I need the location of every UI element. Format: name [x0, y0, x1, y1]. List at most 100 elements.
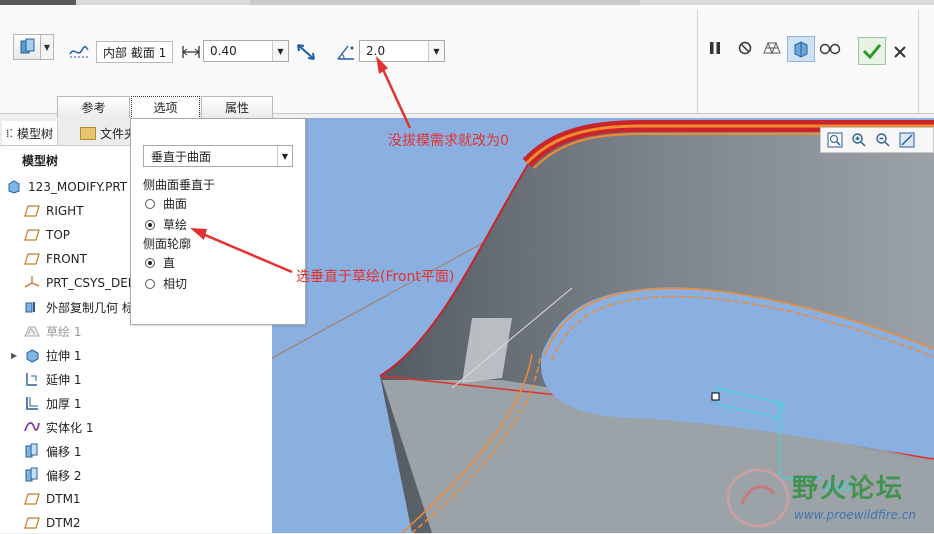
radio-sketch[interactable]: 草绘 — [145, 216, 187, 233]
offset-type-dropdown[interactable]: ▼ — [41, 34, 54, 60]
tree-item[interactable]: 实体化 1 — [24, 416, 93, 438]
extrude-icon — [24, 347, 40, 363]
tree-item[interactable]: DTM2 — [24, 512, 81, 534]
draft-angle-icon — [335, 41, 357, 63]
solid-preview-icon — [794, 41, 808, 58]
tree-item[interactable]: 偏移 2 — [24, 464, 81, 486]
tree-item[interactable]: DTM1 — [24, 488, 81, 510]
draft-angle-input[interactable]: 2.0 ▼ — [359, 40, 445, 62]
draft-angle-dropdown-arrow[interactable]: ▼ — [428, 41, 444, 61]
repaint-button[interactable] — [897, 130, 917, 150]
tree-item[interactable]: 偏移 1 — [24, 440, 81, 462]
refit-icon — [827, 132, 843, 148]
tree-item-label: RIGHT — [46, 204, 84, 218]
tree-item-label: FRONT — [46, 252, 87, 266]
tree-item[interactable]: 加厚 1 — [24, 392, 81, 414]
datum-plane-icon — [24, 203, 40, 219]
radio-button-selected-icon[interactable] — [145, 257, 155, 268]
tree-item[interactable]: 123_MODIFY.PRT — [6, 176, 127, 198]
tab-model-tree[interactable]: ⁞⁚ 模型树 — [2, 121, 59, 145]
thicken-icon — [24, 395, 40, 411]
options-panel: 垂直于曲面 ▼ 侧曲面垂直于 曲面 草绘 侧面轮廓 直 相切 — [130, 118, 306, 325]
tree-item-label: 偏移 2 — [46, 468, 82, 483]
tab-options[interactable]: 选项 — [131, 96, 200, 119]
repaint-icon — [899, 132, 915, 148]
preview-wireframe-button[interactable] — [760, 37, 784, 59]
tree-item-label: 实体化 1 — [46, 420, 94, 435]
thickness-icon — [180, 42, 202, 62]
offset-surface-icon — [20, 38, 35, 54]
copy-geom-icon — [24, 299, 40, 315]
tree-item-label: 123_MODIFY.PRT — [28, 180, 128, 194]
tree-item[interactable]: 延伸 1 — [24, 368, 81, 390]
pause-button[interactable] — [705, 37, 725, 59]
radio-button-selected-icon[interactable] — [145, 219, 155, 230]
confirm-button[interactable] — [858, 37, 886, 65]
tree-item-label: PRT_CSYS_DEF — [46, 276, 135, 290]
offset-icon — [24, 467, 40, 483]
radio-straight[interactable]: 直 — [145, 254, 175, 271]
check-icon — [862, 44, 882, 60]
thickness-input[interactable]: 0.40 ▼ — [203, 40, 289, 62]
tree-item-label: 偏移 1 — [46, 444, 82, 459]
tree-item-label: 延伸 1 — [46, 372, 82, 387]
tab-properties[interactable]: 属性 — [201, 96, 273, 119]
tree-item[interactable]: FRONT — [24, 248, 87, 270]
glasses-icon — [819, 43, 841, 55]
chevron-down-icon[interactable]: ▼ — [277, 146, 292, 166]
expand-arrow-icon[interactable]: ▶ — [11, 351, 17, 360]
side-profile-label: 侧面轮廓 — [143, 237, 192, 251]
datum-plane-icon — [24, 251, 40, 267]
zoom-in-icon — [852, 133, 866, 147]
forum-logo-icon — [726, 468, 790, 528]
forum-watermark: 野火论坛 www.proewildfire.cn — [722, 462, 934, 533]
close-icon — [894, 46, 906, 58]
tree-item-label: 加厚 1 — [46, 396, 82, 411]
side-surface-label: 侧曲面垂直于 — [143, 178, 216, 192]
no-preview-button[interactable] — [734, 37, 756, 59]
model-tree-title: 模型树 — [22, 154, 59, 168]
tree-item[interactable]: RIGHT — [24, 200, 84, 222]
csys-icon — [24, 275, 40, 291]
tree-item[interactable]: ▶ 拉伸 1 — [11, 344, 82, 366]
zoom-in-button[interactable] — [849, 130, 869, 150]
tree-item-label: TOP — [46, 228, 71, 242]
radio-button-icon[interactable] — [145, 278, 155, 289]
watermark-title: 野火论坛 — [792, 474, 905, 504]
radio-button-icon[interactable] — [145, 198, 155, 209]
section-name-field[interactable]: 内部 截面 1 — [96, 41, 174, 63]
datum-plane-icon — [24, 515, 40, 531]
tree-item[interactable]: PRT_CSYS_DEF — [24, 272, 135, 294]
no-preview-icon — [738, 41, 752, 55]
refit-button[interactable] — [825, 130, 845, 150]
section-icon — [68, 42, 90, 62]
view-toolbar — [820, 127, 934, 153]
tree-item-label: DTM1 — [46, 492, 81, 506]
tree-item[interactable]: 外部复制几何 标识 — [24, 296, 146, 318]
preview-solid-button[interactable] — [787, 36, 815, 62]
tree-item[interactable]: TOP — [24, 224, 70, 246]
watermark-url: www.proewildfire.cn — [794, 508, 916, 522]
feature-dashboard: ▼ 内部 截面 1 0.40 ▼ 2.0 ▼ 参考 选项 属性 — [0, 5, 934, 119]
wireframe-glasses-icon — [763, 42, 781, 55]
tree-item[interactable]: 草绘 1 — [24, 320, 81, 342]
thickness-dropdown-arrow[interactable]: ▼ — [272, 41, 288, 61]
side-surface-mode-dropdown[interactable]: 垂直于曲面 ▼ — [143, 145, 293, 167]
offset-icon — [24, 443, 40, 459]
part-icon — [6, 179, 22, 195]
zoom-out-button[interactable] — [873, 130, 893, 150]
datum-plane-icon — [24, 227, 40, 243]
flip-direction-button[interactable] — [294, 41, 318, 63]
tab-references[interactable]: 参考 — [57, 96, 130, 119]
model-tree-icon: ⁞⁚ — [6, 126, 13, 140]
verify-mode-button[interactable] — [818, 37, 842, 59]
radio-surface[interactable]: 曲面 — [145, 195, 187, 212]
offset-type-button[interactable] — [13, 34, 41, 60]
cancel-button[interactable] — [890, 41, 910, 63]
radio-tangent[interactable]: 相切 — [145, 275, 187, 292]
tree-item-label: DTM2 — [46, 516, 81, 530]
sketch-icon — [24, 323, 40, 339]
tree-item-label: 拉伸 1 — [46, 348, 82, 363]
datum-plane-icon — [24, 491, 40, 507]
zoom-out-icon — [876, 133, 890, 147]
